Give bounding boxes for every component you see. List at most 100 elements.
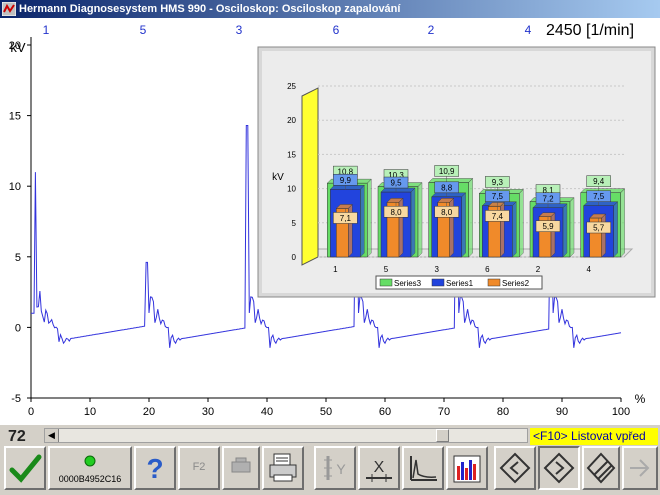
confirm-button[interactable] bbox=[4, 446, 46, 490]
print-button[interactable] bbox=[262, 446, 304, 490]
bar-series1-top bbox=[431, 192, 467, 198]
forward-button[interactable] bbox=[622, 446, 658, 490]
f10-hint: <F10> Listovat vpřed bbox=[530, 428, 658, 445]
inset-category-label: 6 bbox=[485, 265, 490, 274]
status-code: 0000B4952C16 bbox=[58, 474, 122, 484]
inset-category-label: 2 bbox=[536, 265, 541, 274]
data-label-series1: 7,5 bbox=[593, 192, 605, 201]
hatch-button[interactable] bbox=[582, 446, 620, 490]
bar-series3-side bbox=[620, 188, 625, 258]
y-tick-label: -5 bbox=[11, 393, 21, 405]
inset-y-tick-label: 15 bbox=[287, 150, 296, 159]
frame-number: 72 bbox=[8, 428, 26, 445]
bar-series3-side bbox=[519, 188, 524, 258]
status-button[interactable]: 0000B4952C16 bbox=[48, 446, 132, 490]
bar-chart-icon bbox=[453, 455, 481, 483]
app-icon bbox=[2, 2, 16, 16]
inset-chart: 2520151050kV 10,89,97,1110,39,58,0510,98,… bbox=[257, 46, 656, 298]
printer-icon bbox=[269, 453, 297, 482]
help-button[interactable]: ? bbox=[134, 446, 176, 490]
cylinder-label: 1 bbox=[43, 23, 50, 37]
bar-series1-side bbox=[410, 187, 416, 258]
inset-category-label: 3 bbox=[434, 265, 439, 274]
x-tick-label: 80 bbox=[497, 406, 509, 418]
y-tick-label: 15 bbox=[9, 111, 21, 123]
inset-y-tick-label: 20 bbox=[287, 116, 296, 125]
rpm-readout: 2450 [1/min] bbox=[546, 22, 634, 39]
bar-series2-side bbox=[550, 212, 556, 258]
y-scale-button[interactable]: Y bbox=[314, 446, 356, 490]
x-tick-label: 100 bbox=[612, 406, 630, 418]
data-label-series1: 7,5 bbox=[492, 192, 504, 201]
cylinder-label: 5 bbox=[140, 23, 147, 37]
question-mark-icon: ? bbox=[146, 453, 163, 484]
bar-series1-side bbox=[461, 192, 466, 258]
inset-category-label: 4 bbox=[586, 265, 591, 274]
data-label-series3: 9,3 bbox=[492, 178, 504, 187]
data-label-series2: 8,0 bbox=[441, 208, 453, 217]
bar-series1-side bbox=[613, 201, 618, 258]
x-tick-label: 90 bbox=[556, 406, 568, 418]
bar-series1-top bbox=[583, 201, 619, 206]
scroll-thumb[interactable] bbox=[436, 429, 449, 442]
svg-text:X: X bbox=[374, 459, 385, 476]
legend-label: Series1 bbox=[446, 279, 474, 288]
f2-button[interactable]: F2 bbox=[178, 446, 220, 490]
diamond-right-icon bbox=[543, 452, 575, 484]
data-label-series2: 5,7 bbox=[593, 224, 605, 233]
inset-y-tick-label: 5 bbox=[292, 219, 297, 228]
legend-swatch bbox=[487, 278, 501, 287]
y-tick-label: 5 bbox=[15, 252, 21, 264]
y-tick-label: 10 bbox=[9, 181, 21, 193]
oscilloscope-plot: 20151050-5kV0 10 20 30 40 50 60 70 80 90 100%2450 … bbox=[9, 22, 656, 418]
data-label-series2: 8,0 bbox=[390, 208, 402, 217]
bar-chart-button[interactable] bbox=[446, 446, 488, 490]
data-label-series2: 5,9 bbox=[542, 222, 554, 231]
bar-series1-top bbox=[329, 185, 365, 190]
inset-category-label: 1 bbox=[333, 265, 338, 274]
x-tick-label: 20 bbox=[143, 406, 155, 418]
x-tick-label: 60 bbox=[379, 406, 391, 418]
inset-y-wall bbox=[301, 87, 319, 266]
x-tick-label: 50 bbox=[320, 406, 332, 418]
waveform-icon bbox=[410, 456, 437, 481]
data-label-series2: 7,1 bbox=[340, 214, 352, 223]
data-label-series1: 9,5 bbox=[390, 179, 402, 188]
x-scale-icon: X bbox=[366, 459, 392, 482]
cylinder-label: 4 bbox=[525, 23, 532, 37]
legend-swatch bbox=[379, 278, 393, 287]
x-tick-label: 70 bbox=[438, 406, 450, 418]
bar-series3-side bbox=[367, 178, 372, 258]
x-scale-button[interactable]: X bbox=[358, 446, 400, 490]
green-led-icon bbox=[84, 455, 96, 467]
cylinder-label: 3 bbox=[236, 23, 243, 37]
x-tick-label: 10 bbox=[84, 406, 96, 418]
svg-text:Y: Y bbox=[336, 461, 346, 477]
bar-series1-side bbox=[360, 184, 365, 258]
previous-button[interactable] bbox=[494, 446, 536, 490]
legend-label: Series2 bbox=[502, 279, 530, 288]
f2-label: F2 bbox=[192, 461, 206, 473]
legend-swatch bbox=[431, 278, 445, 287]
tool-button[interactable] bbox=[222, 446, 260, 490]
inset-y-tick-label: 10 bbox=[287, 185, 296, 194]
frame-scrollbar[interactable]: ◀ bbox=[44, 428, 528, 443]
inset-category-label: 5 bbox=[384, 265, 389, 274]
inset-y-axis-label: kV bbox=[272, 172, 284, 183]
bar-series3-side bbox=[569, 196, 575, 258]
legend-label: Series3 bbox=[394, 279, 422, 288]
data-label-series1: 7,2 bbox=[542, 194, 554, 203]
oscilloscope-panel: 20 15 10 5 0 -5 kV 0 10 20 30 40 50 60 70 80 90 100% 2450 … bbox=[0, 18, 660, 425]
data-label-series1: 9,9 bbox=[340, 176, 352, 185]
svg-text:?: ? bbox=[146, 453, 163, 484]
next-button[interactable] bbox=[538, 446, 580, 490]
bar-series1-top bbox=[380, 187, 416, 193]
waveform-button[interactable] bbox=[402, 446, 444, 490]
y-tick-label: 0 bbox=[15, 322, 21, 334]
bar-series3-side bbox=[417, 181, 423, 258]
cylinder-label: 6 bbox=[333, 23, 340, 37]
bar-series2-side bbox=[601, 213, 606, 258]
window-title: Hermann Diagnosesystem HMS 990 - Oscilos… bbox=[19, 3, 401, 15]
scroll-left-arrow-icon[interactable]: ◀ bbox=[45, 429, 59, 442]
bar-series1-top bbox=[532, 203, 568, 209]
